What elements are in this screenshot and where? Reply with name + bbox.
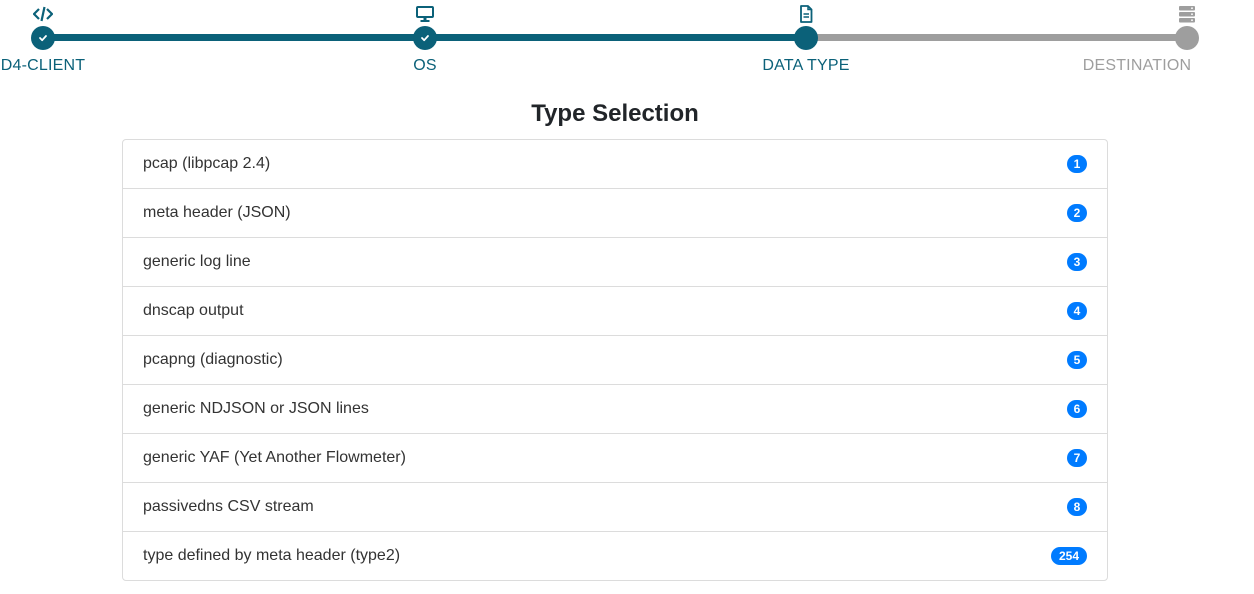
list-item-label: dnscap output (143, 302, 244, 319)
list-item-generic-log-line[interactable]: generic log line 3 (123, 238, 1107, 287)
monitor-icon (415, 5, 435, 23)
step-label: OS (413, 57, 437, 74)
step-label: D4-CLIENT (0, 57, 86, 74)
list-item-label: generic log line (143, 253, 251, 270)
stepper-track-pending (806, 34, 1187, 41)
page: D4-CLIENT OS DATA TYPE DESTINATION Type … (0, 0, 1254, 594)
wizard-stepper: D4-CLIENT OS DATA TYPE DESTINATION (0, 0, 1254, 80)
list-item-label: pcapng (diagnostic) (143, 351, 283, 368)
type-id-badge: 5 (1067, 351, 1087, 369)
list-item-label: meta header (JSON) (143, 204, 291, 221)
list-item-passivedns[interactable]: passivedns CSV stream 8 (123, 483, 1107, 532)
step-label: DESTINATION (1082, 57, 1192, 74)
list-item-type2[interactable]: type defined by meta header (type2) 254 (123, 532, 1107, 580)
list-item-label: generic YAF (Yet Another Flowmeter) (143, 449, 406, 466)
step-label: DATA TYPE (762, 57, 850, 74)
list-item-label: generic NDJSON or JSON lines (143, 400, 369, 417)
code-icon (33, 5, 53, 23)
list-item-label: pcap (libpcap 2.4) (143, 155, 271, 172)
check-icon (421, 35, 429, 42)
list-item-meta-header[interactable]: meta header (JSON) 2 (123, 189, 1107, 238)
type-id-badge: 2 (1067, 204, 1087, 222)
list-item-pcap[interactable]: pcap (libpcap 2.4) 1 (123, 140, 1107, 189)
type-id-badge: 1 (1067, 155, 1087, 173)
list-item-label: passivedns CSV stream (143, 498, 314, 515)
step-pending-dot (1175, 26, 1199, 50)
list-item-label: type defined by meta header (type2) (143, 547, 401, 564)
list-item-yaf[interactable]: generic YAF (Yet Another Flowmeter) 7 (123, 434, 1107, 483)
type-id-badge: 4 (1067, 302, 1087, 320)
type-id-badge: 254 (1050, 547, 1087, 565)
list-item-ndjson[interactable]: generic NDJSON or JSON lines 6 (123, 385, 1107, 434)
list-item-pcapng[interactable]: pcapng (diagnostic) 5 (123, 336, 1107, 385)
step-complete-dot (31, 26, 55, 50)
file-icon (796, 5, 816, 23)
step-complete-dot (413, 26, 437, 50)
type-id-badge: 6 (1067, 400, 1087, 418)
step-current-dot (794, 26, 818, 50)
stepper-track-complete-2 (425, 34, 806, 41)
page-title: Type Selection (531, 100, 699, 127)
server-icon (1177, 5, 1197, 23)
type-list: pcap (libpcap 2.4) 1 meta header (JSON) … (122, 139, 1108, 581)
stepper-track-complete-1 (43, 34, 425, 41)
type-id-badge: 8 (1067, 498, 1087, 516)
type-id-badge: 7 (1067, 449, 1087, 467)
list-item-dnscap-output[interactable]: dnscap output 4 (123, 287, 1107, 336)
type-id-badge: 3 (1067, 253, 1087, 271)
check-icon (39, 35, 47, 42)
